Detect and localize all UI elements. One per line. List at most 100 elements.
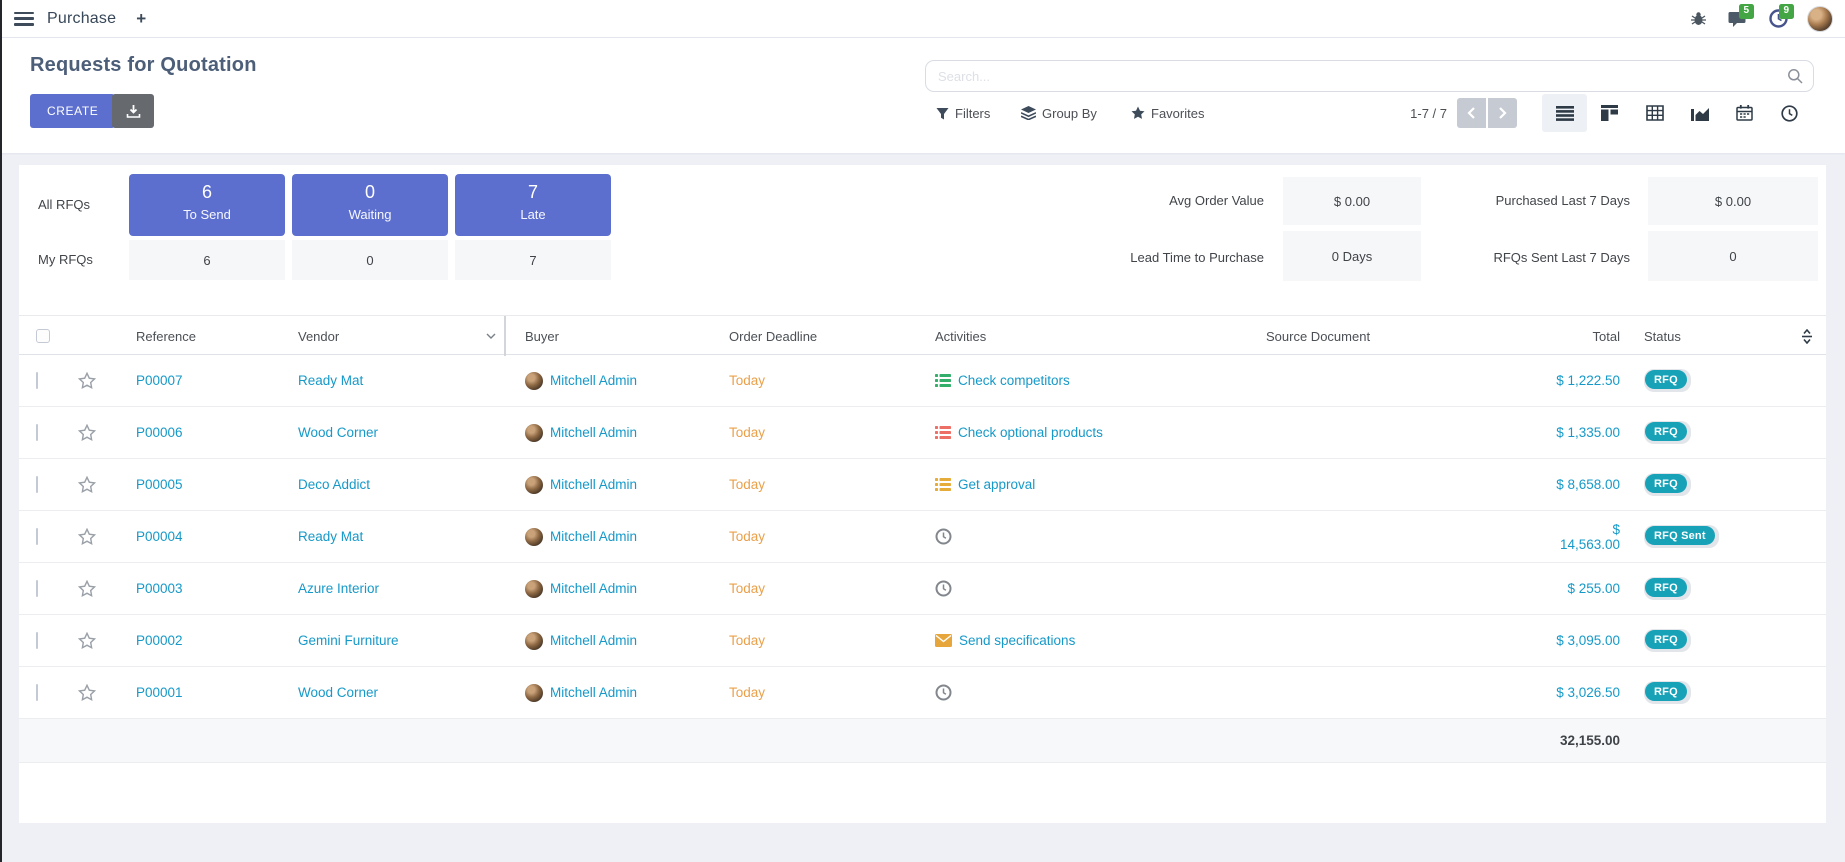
vendor-link[interactable]: Wood Corner bbox=[298, 425, 506, 440]
activity-label[interactable]: Check optional products bbox=[958, 425, 1103, 440]
search-input[interactable] bbox=[926, 69, 1787, 84]
favorite-star-icon[interactable] bbox=[63, 684, 111, 701]
user-avatar[interactable] bbox=[1807, 6, 1833, 32]
view-pivot-button[interactable] bbox=[1632, 94, 1677, 132]
pager-range: 1-7 / 7 bbox=[1410, 94, 1447, 132]
row-checkbox[interactable] bbox=[36, 528, 38, 545]
optional-columns-button[interactable] bbox=[1788, 316, 1826, 356]
header-status[interactable]: Status bbox=[1628, 316, 1788, 356]
control-panel: Requests for Quotation CREATE Filters Gr… bbox=[0, 38, 1845, 153]
group-by-button[interactable]: Group By bbox=[1021, 94, 1097, 132]
buyer-link[interactable]: Mitchell Admin bbox=[550, 373, 637, 388]
header-total[interactable]: Total bbox=[1556, 316, 1628, 356]
vendor-link[interactable]: Wood Corner bbox=[298, 685, 506, 700]
buyer-link[interactable]: Mitchell Admin bbox=[550, 425, 637, 440]
row-checkbox[interactable] bbox=[36, 632, 38, 649]
rfq-reference-link[interactable]: P00007 bbox=[111, 373, 298, 388]
kpi-card-late[interactable]: 7 Late bbox=[455, 174, 611, 236]
favorite-star-icon[interactable] bbox=[63, 424, 111, 441]
vendor-link[interactable]: Deco Addict bbox=[298, 477, 506, 492]
table-row[interactable]: P00003 Azure Interior Mitchell Admin Tod… bbox=[19, 563, 1826, 615]
favorites-button[interactable]: Favorites bbox=[1131, 94, 1204, 132]
search-bar[interactable] bbox=[925, 60, 1814, 92]
header-activities[interactable]: Activities bbox=[935, 316, 1266, 356]
select-all-checkbox[interactable] bbox=[36, 329, 50, 343]
activity-cell[interactable]: Send specifications bbox=[935, 633, 1266, 648]
view-kanban-button[interactable] bbox=[1587, 94, 1632, 132]
calendar-view-icon bbox=[1736, 105, 1753, 121]
table-row[interactable]: P00001 Wood Corner Mitchell Admin Today … bbox=[19, 667, 1826, 719]
vendor-link[interactable]: Ready Mat bbox=[298, 529, 506, 544]
activity-cell[interactable] bbox=[935, 528, 1266, 545]
activity-cell[interactable]: Check optional products bbox=[935, 425, 1266, 440]
favorite-star-icon[interactable] bbox=[63, 528, 111, 545]
favorite-star-icon[interactable] bbox=[63, 580, 111, 597]
activity-cell[interactable]: Get approval bbox=[935, 477, 1266, 492]
buyer-link[interactable]: Mitchell Admin bbox=[550, 477, 637, 492]
header-buyer[interactable]: Buyer bbox=[506, 316, 729, 356]
debug-bug-icon[interactable] bbox=[1687, 8, 1709, 30]
favorite-star-icon[interactable] bbox=[63, 372, 111, 389]
activity-cell[interactable] bbox=[935, 580, 1266, 597]
kpi-card-to-send[interactable]: 6 To Send bbox=[129, 174, 285, 236]
activity-label[interactable]: Send specifications bbox=[959, 633, 1075, 648]
vendor-link[interactable]: Ready Mat bbox=[298, 373, 506, 388]
rfq-reference-link[interactable]: P00002 bbox=[111, 633, 298, 648]
rfq-reference-link[interactable]: P00006 bbox=[111, 425, 298, 440]
row-checkbox[interactable] bbox=[36, 424, 38, 441]
search-icon[interactable] bbox=[1787, 68, 1803, 84]
view-graph-button[interactable] bbox=[1677, 94, 1722, 132]
table-row[interactable]: P00002 Gemini Furniture Mitchell Admin T… bbox=[19, 615, 1826, 667]
app-title[interactable]: Purchase bbox=[47, 10, 116, 28]
table-header-row: Reference Vendor Buyer Order Deadline Ac… bbox=[19, 315, 1826, 355]
view-calendar-button[interactable] bbox=[1722, 94, 1767, 132]
buyer-link[interactable]: Mitchell Admin bbox=[550, 633, 637, 648]
total-amount: $ 255.00 bbox=[1556, 581, 1628, 596]
my-waiting-value[interactable]: 0 bbox=[292, 240, 448, 280]
messages-icon[interactable]: 5 bbox=[1727, 8, 1749, 30]
vendor-link[interactable]: Azure Interior bbox=[298, 581, 506, 596]
order-deadline: Today bbox=[729, 633, 935, 648]
header-order-deadline[interactable]: Order Deadline bbox=[729, 316, 935, 356]
filters-button[interactable]: Filters bbox=[936, 94, 990, 132]
kpi-card-waiting[interactable]: 0 Waiting bbox=[292, 174, 448, 236]
table-row[interactable]: P00004 Ready Mat Mitchell Admin Today $ … bbox=[19, 511, 1826, 563]
activity-cell[interactable]: Check competitors bbox=[935, 373, 1266, 388]
my-late-value[interactable]: 7 bbox=[455, 240, 611, 280]
activities-clock-icon[interactable]: 9 bbox=[1767, 8, 1789, 30]
my-to-send-value[interactable]: 6 bbox=[129, 240, 285, 280]
row-checkbox[interactable] bbox=[36, 684, 38, 701]
header-source-document[interactable]: Source Document bbox=[1266, 316, 1556, 356]
buyer-link[interactable]: Mitchell Admin bbox=[550, 581, 637, 596]
rfq-reference-link[interactable]: P00001 bbox=[111, 685, 298, 700]
pager-previous-button[interactable] bbox=[1457, 98, 1486, 128]
row-checkbox[interactable] bbox=[36, 580, 38, 597]
row-checkbox[interactable] bbox=[36, 476, 38, 493]
grand-total: 32,155.00 bbox=[1556, 733, 1628, 748]
pager-next-button[interactable] bbox=[1488, 98, 1517, 128]
view-list-button[interactable] bbox=[1542, 94, 1587, 132]
favorite-star-icon[interactable] bbox=[63, 632, 111, 649]
buyer-link[interactable]: Mitchell Admin bbox=[550, 529, 637, 544]
rfq-reference-link[interactable]: P00005 bbox=[111, 477, 298, 492]
activity-label[interactable]: Check competitors bbox=[958, 373, 1070, 388]
activity-list-icon bbox=[935, 478, 951, 491]
sort-chevron-down-icon bbox=[486, 333, 496, 339]
favorite-star-icon[interactable] bbox=[63, 476, 111, 493]
table-row[interactable]: P00006 Wood Corner Mitchell Admin Today … bbox=[19, 407, 1826, 459]
activity-label[interactable]: Get approval bbox=[958, 477, 1035, 492]
vendor-link[interactable]: Gemini Furniture bbox=[298, 633, 506, 648]
buyer-link[interactable]: Mitchell Admin bbox=[550, 685, 637, 700]
menu-hamburger-icon[interactable] bbox=[14, 12, 34, 26]
rfq-reference-link[interactable]: P00004 bbox=[111, 529, 298, 544]
total-amount: $ 1,222.50 bbox=[1556, 373, 1628, 388]
row-checkbox[interactable] bbox=[36, 372, 38, 389]
new-tab-plus-icon[interactable]: + bbox=[136, 9, 146, 29]
header-vendor[interactable]: Vendor bbox=[298, 316, 506, 356]
view-activity-button[interactable] bbox=[1767, 94, 1812, 132]
table-row[interactable]: P00005 Deco Addict Mitchell Admin Today … bbox=[19, 459, 1826, 511]
table-row[interactable]: P00007 Ready Mat Mitchell Admin Today Ch… bbox=[19, 355, 1826, 407]
header-reference[interactable]: Reference bbox=[111, 316, 298, 356]
activity-cell[interactable] bbox=[935, 684, 1266, 701]
rfq-reference-link[interactable]: P00003 bbox=[111, 581, 298, 596]
